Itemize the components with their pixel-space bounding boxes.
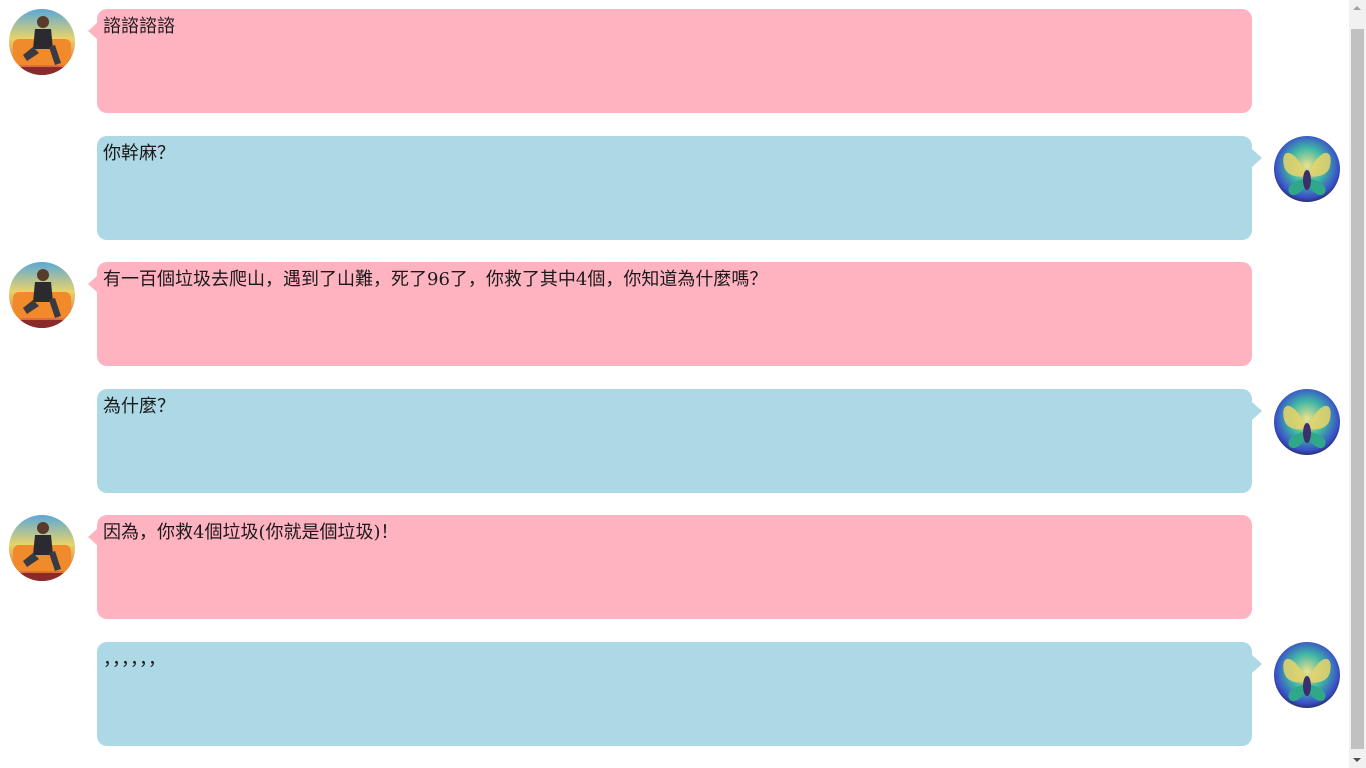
butterfly-wings-avatar-icon xyxy=(1274,136,1340,202)
avatar[interactable] xyxy=(1274,136,1340,202)
avatar[interactable] xyxy=(9,262,75,328)
message-bubble: 因為，你救4個垃圾(你就是個垃圾)！ xyxy=(97,515,1252,619)
avatar[interactable] xyxy=(1274,389,1340,455)
bubble-tail xyxy=(1252,402,1262,420)
scroll-up-arrow-icon xyxy=(1353,6,1361,10)
message-bubble: 諮諮諮諮 xyxy=(97,9,1252,113)
chat-message: 因為，你救4個垃圾(你就是個垃圾)！ xyxy=(0,515,1349,621)
person-on-sofa-avatar-icon xyxy=(9,262,75,328)
chat-message: 諮諮諮諮 xyxy=(0,9,1349,115)
scroll-up-button[interactable] xyxy=(1349,0,1366,17)
butterfly-wings-avatar-icon xyxy=(1274,389,1340,455)
person-on-sofa-avatar-icon xyxy=(9,515,75,581)
page: 諮諮諮諮 你幹麻？ 有一百個垃圾去爬山，遇到了山難，死了96了，你救了其中4個，… xyxy=(0,0,1366,768)
scroll-down-arrow-icon xyxy=(1353,758,1361,762)
scrollbar-thumb[interactable] xyxy=(1351,29,1364,749)
bubble-tail xyxy=(1252,149,1262,167)
chat-thread[interactable]: 諮諮諮諮 你幹麻？ 有一百個垃圾去爬山，遇到了山難，死了96了，你救了其中4個，… xyxy=(0,0,1349,768)
chat-message: 為什麼？ xyxy=(0,389,1349,495)
chat-message: 有一百個垃圾去爬山，遇到了山難，死了96了，你救了其中4個，你知道為什麼嗎？ xyxy=(0,262,1349,368)
avatar[interactable] xyxy=(1274,642,1340,708)
chat-message: ，，，，，， xyxy=(0,642,1349,748)
bubble-tail xyxy=(1252,655,1262,673)
message-bubble: ，，，，，， xyxy=(97,642,1252,746)
vertical-scrollbar[interactable] xyxy=(1349,0,1366,768)
message-bubble: 你幹麻？ xyxy=(97,136,1252,240)
person-on-sofa-avatar-icon xyxy=(9,9,75,75)
scroll-down-button[interactable] xyxy=(1349,751,1366,768)
message-bubble: 為什麼？ xyxy=(97,389,1252,493)
message-bubble: 有一百個垃圾去爬山，遇到了山難，死了96了，你救了其中4個，你知道為什麼嗎？ xyxy=(97,262,1252,366)
avatar[interactable] xyxy=(9,515,75,581)
chat-message: 你幹麻？ xyxy=(0,136,1349,242)
avatar[interactable] xyxy=(9,9,75,75)
butterfly-wings-avatar-icon xyxy=(1274,642,1340,708)
